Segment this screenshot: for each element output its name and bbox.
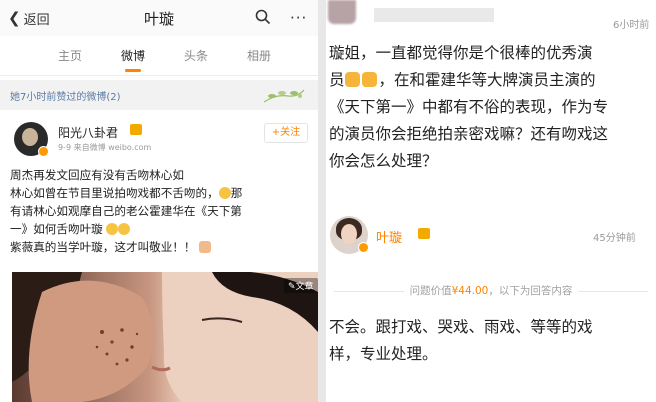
thumbs-up-icon: [361, 72, 377, 87]
question-time: 6小时前: [613, 20, 650, 31]
vip-crown-icon: [130, 124, 142, 135]
thumbs-up-icon: [199, 241, 212, 253]
laugh-emoji-icon: [106, 223, 119, 235]
profile-tabs: 主页 微博 头条 相册: [0, 38, 318, 76]
post-author[interactable]: 阳光八卦君: [58, 124, 118, 141]
post-text: 周杰再发文回应有没有舌吻林心如 林心如曾在节目里说拍吻戏都不舌吻的，那 有请林心…: [10, 166, 310, 256]
post-line: 一》如何舌吻叶璇: [10, 220, 310, 238]
tab-weibo[interactable]: 微博: [121, 47, 145, 64]
tab-home[interactable]: 主页: [58, 47, 82, 64]
vip-crown-icon: [418, 228, 430, 239]
panel-divider: [318, 0, 326, 402]
blurred-username: [374, 8, 494, 22]
question-line: 璇姐，一直都觉得你是个很棒的优秀演: [329, 44, 593, 62]
verified-badge-icon: [358, 242, 369, 253]
post-line: 林心如曾在节目里说拍吻戏都不舌吻的，那: [10, 186, 243, 200]
question-line: 《天下第一》中都有不俗的表现，作为专: [329, 98, 609, 116]
follow-button[interactable]: +关注: [264, 123, 308, 143]
post-line: 紫薇真的当学叶璇，这才叫敬业！！: [10, 238, 310, 256]
laugh-emoji-icon: [118, 223, 131, 235]
tab-headlines[interactable]: 头条: [184, 47, 208, 64]
post-line: 有请林心如观摩自己的老公霍建华在《天下第: [10, 204, 242, 218]
question-price: ¥44.00: [451, 285, 489, 297]
right-screenshot: 6小时前 璇姐，一直都觉得你是个很棒的优秀演 员，在和霍建华等大牌演员主演的 《…: [326, 0, 656, 402]
emoji-icon: [218, 187, 231, 199]
active-tab-indicator: [125, 69, 141, 72]
left-screenshot: ❮ 返回 叶璇 ··· 主页 微博 头条 相册 她7小时前赞过的微博(2) 阳光…: [0, 0, 318, 402]
question-text: 璇姐，一直都觉得你是个很棒的优秀演 员，在和霍建华等大牌演员主演的 《天下第一》…: [329, 40, 656, 175]
more-icon[interactable]: ···: [290, 9, 307, 27]
answer-line: 样，专业处理。: [329, 345, 438, 363]
answer-line: 不会。跟打戏、哭戏、雨戏、等等的戏: [329, 318, 593, 336]
post-image[interactable]: ✎文章: [12, 272, 318, 402]
tab-album[interactable]: 相册: [247, 47, 271, 64]
profile-header: ❮ 返回 叶璇 ···: [0, 0, 318, 36]
blurred-avatar: [328, 0, 356, 24]
article-icon: ✎: [288, 282, 296, 292]
answerer-name[interactable]: 叶璇: [376, 227, 402, 246]
answer-text: 不会。跟打戏、哭戏、雨戏、等等的戏 样，专业处理。: [329, 314, 656, 368]
thumbs-up-icon: [344, 72, 360, 87]
kiss-scene-photo: [12, 272, 318, 402]
article-badge: ✎文章: [284, 278, 318, 293]
question-line: 的演员你会拒绝拍亲密戏嘛？还有吻戏这: [329, 125, 609, 143]
post-meta: 9-9 来自微博 weibo.com: [58, 143, 152, 152]
post-line: 周杰再发文回应有没有舌吻林心如: [10, 168, 184, 182]
verified-badge-icon: [38, 146, 49, 157]
search-icon[interactable]: [255, 9, 271, 25]
praised-posts-bar[interactable]: 她7小时前赞过的微博(2): [0, 80, 318, 110]
praised-label: 她7小时前赞过的微博(2): [10, 92, 121, 103]
question-value-divider: 问题价值¥44.00，以下为回答内容: [326, 283, 656, 298]
leaf-decoration-icon: [263, 89, 305, 103]
question-line: 你会怎么处理？: [329, 152, 438, 170]
question-line: 员，在和霍建华等大牌演员主演的: [329, 71, 596, 89]
answer-time: 45分钟前: [593, 233, 636, 244]
